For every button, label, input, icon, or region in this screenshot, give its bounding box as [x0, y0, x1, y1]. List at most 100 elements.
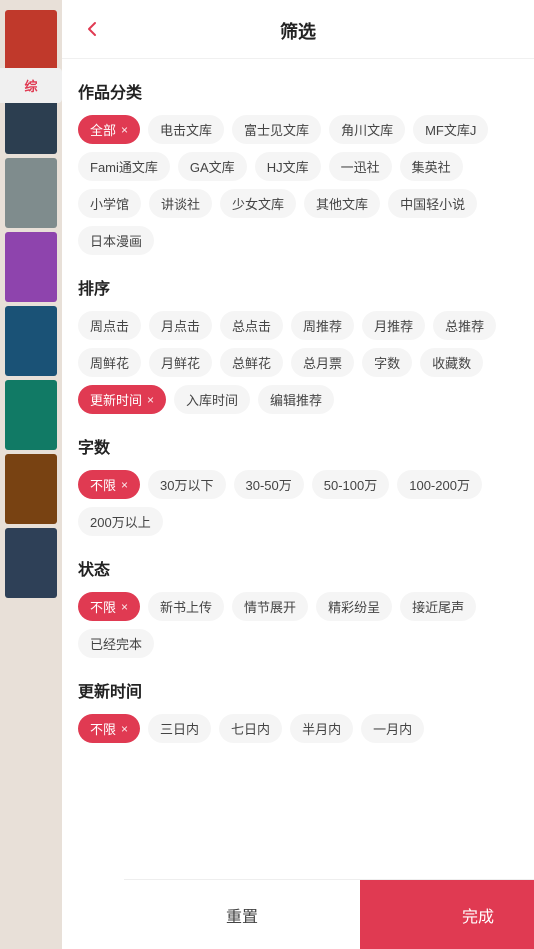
- tag-category-11[interactable]: 讲谈社: [149, 189, 212, 218]
- tag-wordcount-5[interactable]: 200万以上: [78, 507, 163, 536]
- tag-status-2[interactable]: 情节展开: [232, 592, 308, 621]
- tag-updatetime-0[interactable]: 不限×: [78, 714, 140, 743]
- reset-button[interactable]: 重置: [124, 880, 360, 949]
- tag-label: 接近尾声: [412, 597, 464, 616]
- tag-label: 不限: [90, 475, 116, 494]
- tag-wordcount-1[interactable]: 30万以下: [148, 470, 225, 499]
- tag-status-1[interactable]: 新书上传: [148, 592, 224, 621]
- tag-label: 一月内: [373, 719, 412, 738]
- tag-label: 精彩纷呈: [328, 597, 380, 616]
- tag-sort-4[interactable]: 月推荐: [362, 311, 425, 340]
- tag-updatetime-1[interactable]: 三日内: [148, 714, 211, 743]
- tag-sort-1[interactable]: 月点击: [149, 311, 212, 340]
- tag-label: 30-50万: [246, 475, 292, 494]
- tag-label: 不限: [90, 597, 116, 616]
- tag-wordcount-0[interactable]: 不限 ×: [78, 470, 140, 499]
- tag-sort-6[interactable]: 周鲜花: [78, 348, 141, 377]
- tag-category-2[interactable]: 富士见文库: [232, 115, 321, 144]
- section-sort: 排序周点击月点击总点击周推荐月推荐总推荐周鲜花月鲜花总鲜花总月票字数收藏数更新时…: [78, 275, 518, 414]
- tag-label: 少女文库: [232, 194, 284, 213]
- tag-sort-11[interactable]: 收藏数: [420, 348, 483, 377]
- tag-category-10[interactable]: 小学馆: [78, 189, 141, 218]
- tag-sort-14[interactable]: 编辑推荐: [258, 385, 334, 414]
- back-button[interactable]: [78, 15, 106, 43]
- tag-updatetime-4[interactable]: 一月内: [361, 714, 424, 743]
- tag-close-icon[interactable]: ×: [121, 722, 128, 736]
- tag-updatetime-3[interactable]: 半月内: [290, 714, 353, 743]
- tag-label: 角川文库: [341, 120, 393, 139]
- tag-category-9[interactable]: 集英社: [400, 152, 463, 181]
- tag-sort-5[interactable]: 总推荐: [433, 311, 496, 340]
- tag-sort-9[interactable]: 总月票: [291, 348, 354, 377]
- tag-category-14[interactable]: 中国轻小说: [388, 189, 477, 218]
- tags-wordcount: 不限 × 30万以下 30-50万 50-100万 100-200万 200万以上: [78, 470, 518, 536]
- tag-label: HJ文库: [267, 157, 309, 176]
- section-title-status: 状态: [78, 556, 518, 580]
- tag-category-8[interactable]: 一迅社: [329, 152, 392, 181]
- tag-label: 周点击: [90, 316, 129, 335]
- header-title: 筛选: [280, 18, 316, 44]
- tag-label: 情节展开: [244, 597, 296, 616]
- sidebar-book-3: [5, 232, 57, 302]
- tag-updatetime-2[interactable]: 七日内: [219, 714, 282, 743]
- section-category: 作品分类全部×电击文库富士见文库角川文库MF文库JFami通文库GA文库HJ文库…: [78, 79, 518, 255]
- section-wordcount: 字数不限 × 30万以下 30-50万 50-100万 100-200万 200万以上: [78, 434, 518, 536]
- sidebar-book-4: [5, 306, 57, 376]
- tag-label: 电击文库: [160, 120, 212, 139]
- tag-sort-3[interactable]: 周推荐: [291, 311, 354, 340]
- tag-status-5[interactable]: 已经完本: [78, 629, 154, 658]
- tag-label: 集英社: [412, 157, 451, 176]
- tag-category-4[interactable]: MF文库J: [413, 115, 488, 144]
- tag-wordcount-2[interactable]: 30-50万: [234, 470, 304, 499]
- sidebar-book-5: [5, 380, 57, 450]
- tag-close-icon[interactable]: ×: [121, 600, 128, 614]
- tag-label: 200万以上: [90, 512, 151, 531]
- tag-category-7[interactable]: HJ文库: [255, 152, 321, 181]
- tag-close-icon[interactable]: ×: [121, 123, 128, 137]
- filter-content: 作品分类全部×电击文库富士见文库角川文库MF文库JFami通文库GA文库HJ文库…: [62, 59, 534, 949]
- tag-label: 更新时间: [90, 390, 142, 409]
- tag-sort-2[interactable]: 总点击: [220, 311, 283, 340]
- tag-category-0[interactable]: 全部×: [78, 115, 140, 144]
- sidebar-background: [0, 0, 62, 949]
- tag-category-12[interactable]: 少女文库: [220, 189, 296, 218]
- tag-category-13[interactable]: 其他文库: [304, 189, 380, 218]
- sidebar-tab[interactable]: 综: [0, 68, 62, 103]
- tag-label: 小学馆: [90, 194, 129, 213]
- tag-label: 已经完本: [90, 634, 142, 653]
- section-title-wordcount: 字数: [78, 434, 518, 458]
- tag-category-1[interactable]: 电击文库: [148, 115, 224, 144]
- tag-label: 字数: [374, 353, 400, 372]
- tag-status-0[interactable]: 不限 ×: [78, 592, 140, 621]
- tag-category-3[interactable]: 角川文库: [329, 115, 405, 144]
- tag-sort-12[interactable]: 更新时间 ×: [78, 385, 166, 414]
- tag-label: 30万以下: [160, 475, 213, 494]
- tag-sort-8[interactable]: 总鲜花: [220, 348, 283, 377]
- main-panel: 筛选 作品分类全部×电击文库富士见文库角川文库MF文库JFami通文库GA文库H…: [62, 0, 534, 949]
- tags-updatetime: 不限× 三日内 七日内 半月内 一月内: [78, 714, 518, 743]
- tag-label: 月推荐: [374, 316, 413, 335]
- confirm-button[interactable]: 完成: [360, 880, 534, 949]
- tag-label: 富士见文库: [244, 120, 309, 139]
- tag-sort-0[interactable]: 周点击: [78, 311, 141, 340]
- tag-label: 总月票: [303, 353, 342, 372]
- tag-label: 一迅社: [341, 157, 380, 176]
- tag-close-icon[interactable]: ×: [147, 393, 154, 407]
- tag-label: MF文库J: [425, 120, 476, 139]
- tag-label: 日本漫画: [90, 231, 142, 250]
- tag-status-4[interactable]: 接近尾声: [400, 592, 476, 621]
- tag-category-5[interactable]: Fami通文库: [78, 152, 170, 181]
- tag-label: 三日内: [160, 719, 199, 738]
- tag-category-6[interactable]: GA文库: [178, 152, 247, 181]
- tag-sort-13[interactable]: 入库时间: [174, 385, 250, 414]
- tags-category: 全部× 电击文库 富士见文库 角川文库 MF文库J Fami通文库 GA文库 HJ文库 一迅社 集…: [78, 115, 518, 255]
- tag-sort-10[interactable]: 字数: [362, 348, 412, 377]
- tag-wordcount-3[interactable]: 50-100万: [312, 470, 389, 499]
- tag-category-15[interactable]: 日本漫画: [78, 226, 154, 255]
- tag-status-3[interactable]: 精彩纷呈: [316, 592, 392, 621]
- tag-close-icon[interactable]: ×: [121, 478, 128, 492]
- tag-label: 七日内: [231, 719, 270, 738]
- sidebar-book-6: [5, 454, 57, 524]
- tag-sort-7[interactable]: 月鲜花: [149, 348, 212, 377]
- tag-wordcount-4[interactable]: 100-200万: [397, 470, 482, 499]
